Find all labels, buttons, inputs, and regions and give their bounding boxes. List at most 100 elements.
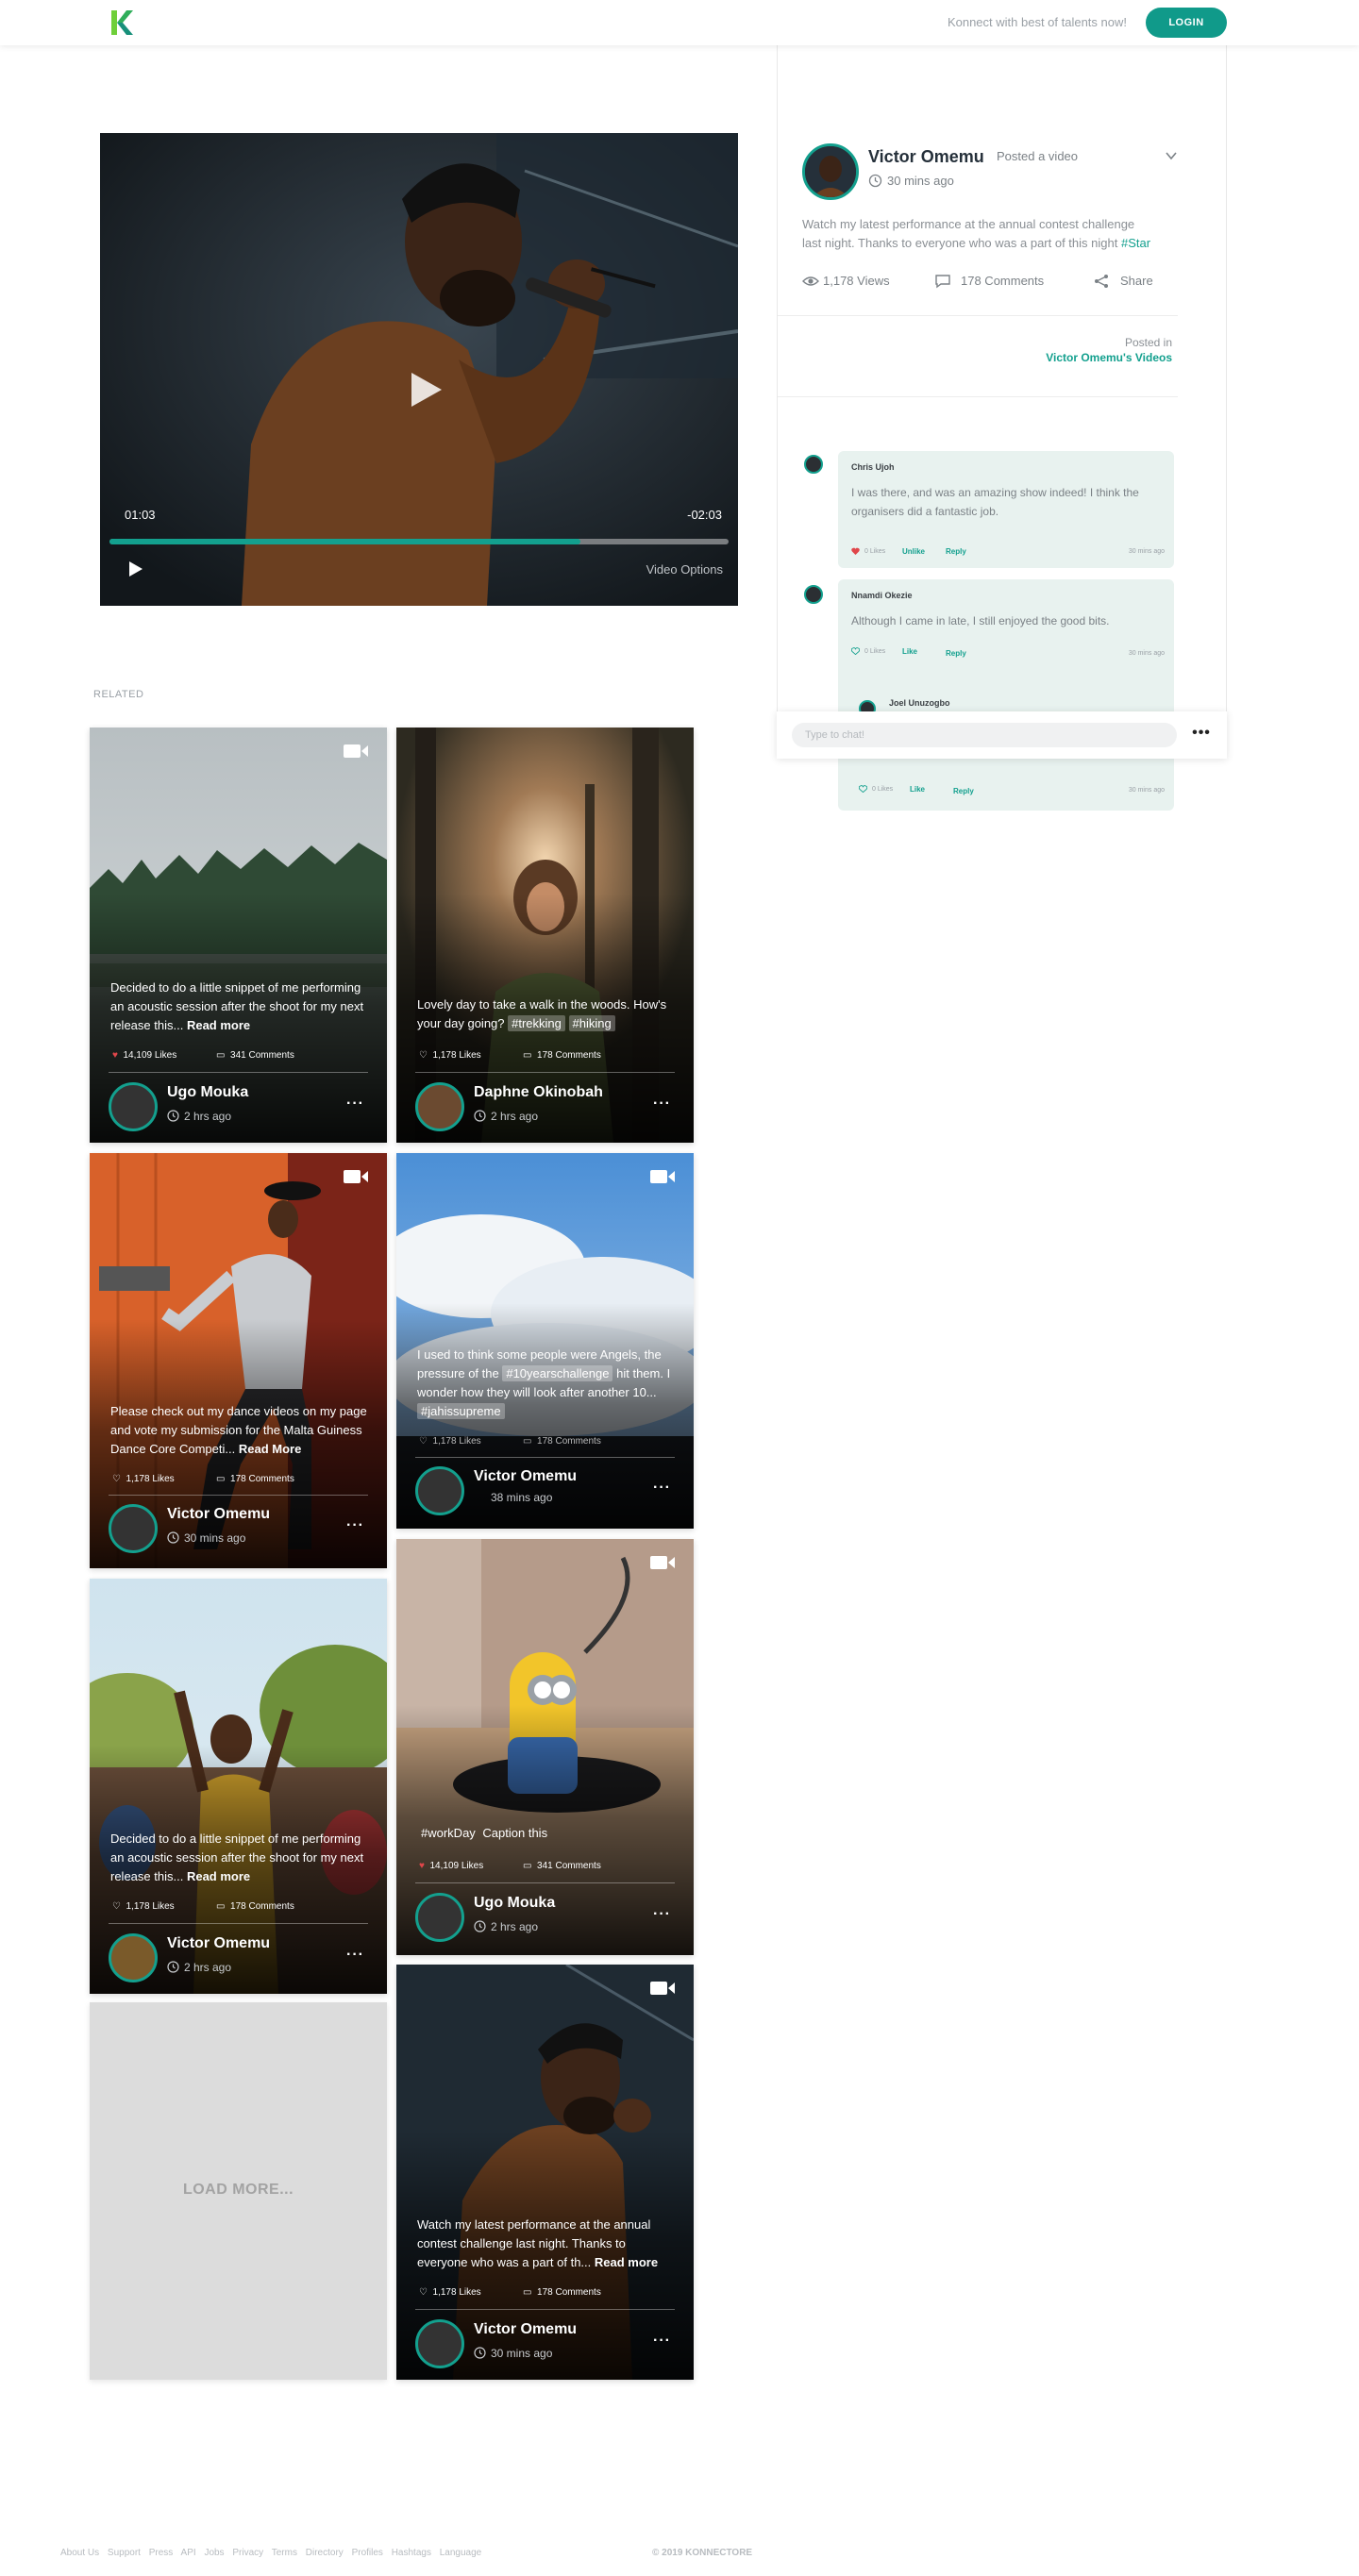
card-comments[interactable]: ▭ 178 Comments (523, 1050, 601, 1061)
avatar[interactable] (415, 1893, 464, 1942)
share-button[interactable]: Share (1094, 274, 1153, 288)
more-options-icon[interactable]: ··· (653, 1906, 671, 1923)
author-name[interactable]: Victor Omemu (868, 147, 984, 167)
reply-button[interactable]: Reply (953, 787, 974, 795)
play-icon[interactable] (404, 369, 445, 410)
hashtag-link[interactable]: #workDay (417, 1825, 479, 1841)
avatar[interactable] (804, 585, 823, 604)
more-options-icon[interactable]: ··· (346, 1947, 364, 1964)
read-more-link[interactable]: Read more (187, 1869, 250, 1883)
more-options-icon[interactable]: ··· (653, 1480, 671, 1497)
avatar[interactable] (804, 455, 823, 474)
related-card[interactable]: Watch my latest performance at the annua… (396, 1965, 694, 2380)
avatar[interactable] (415, 1082, 464, 1131)
card-caption: Decided to do a little snippet of me per… (110, 1830, 370, 1886)
card-username[interactable]: Daphne Okinobah (474, 1084, 603, 1101)
card-username[interactable]: Victor Omemu (474, 1468, 577, 1485)
card-username[interactable]: Victor Omemu (167, 1506, 270, 1523)
reply-author[interactable]: Joel Unuzogbo (889, 698, 950, 708)
footer-link[interactable]: Language (440, 2548, 482, 2558)
read-more-link[interactable]: Read More (239, 1442, 301, 1456)
more-options-icon[interactable]: ··· (346, 1096, 364, 1112)
posted-in-link[interactable]: Victor Omemu's Videos (1046, 351, 1172, 364)
card-likes[interactable]: ♥ 14,109 Likes (419, 1861, 483, 1871)
footer-link[interactable]: Profiles (352, 2548, 383, 2558)
avatar[interactable] (109, 1504, 158, 1553)
hashtag-link[interactable]: #Star (1121, 236, 1150, 250)
hashtag-link[interactable]: #10yearschallenge (502, 1365, 613, 1381)
footer-link[interactable]: Jobs (204, 2548, 224, 2558)
card-likes[interactable]: ♡ 1,178 Likes (419, 2287, 481, 2298)
comment-author[interactable]: Nnamdi Okezie (851, 591, 913, 600)
comment-time: 30 mins ago (1128, 548, 1165, 555)
more-options-icon[interactable]: ··· (653, 1096, 671, 1112)
card-likes[interactable]: ♡ 1,178 Likes (112, 1901, 175, 1912)
comment-likes: 0 Likes (864, 648, 886, 655)
read-more-link[interactable]: Read more (595, 2255, 658, 2269)
more-options-icon[interactable]: ••• (1190, 725, 1213, 745)
clock-icon (474, 1110, 486, 1122)
video-elapsed-time: 01:03 (125, 508, 156, 522)
more-options-icon[interactable]: ··· (653, 2333, 671, 2350)
avatar[interactable] (415, 2319, 464, 2368)
card-comments[interactable]: ▭ 341 Comments (216, 1050, 294, 1061)
card-comments[interactable]: ▭ 178 Comments (216, 1901, 294, 1912)
footer-link[interactable]: Hashtags (392, 2548, 431, 2558)
like-button[interactable]: Like (902, 647, 917, 656)
card-likes[interactable]: ♡ 1,178 Likes (419, 1050, 481, 1061)
card-username[interactable]: Victor Omemu (167, 1935, 270, 1952)
reply-button[interactable]: Reply (946, 649, 966, 658)
hashtag-link[interactable]: #jahissupreme (417, 1403, 505, 1419)
card-likes[interactable]: ♡ 1,178 Likes (112, 1474, 175, 1484)
footer-link[interactable]: Terms (272, 2548, 297, 2558)
load-more-button[interactable]: LOAD MORE... (90, 2002, 387, 2380)
card-comments[interactable]: ▭ 178 Comments (216, 1474, 294, 1484)
hashtag-link[interactable]: #hiking (568, 1015, 615, 1031)
login-button[interactable]: LOGIN (1146, 8, 1227, 38)
comments-count[interactable]: 178 Comments (934, 274, 1044, 289)
avatar[interactable] (415, 1466, 464, 1515)
card-comments[interactable]: ▭ 341 Comments (523, 1861, 601, 1871)
related-card[interactable]: Decided to do a little snippet of me per… (90, 1579, 387, 1994)
footer-link[interactable]: About Us (60, 2548, 99, 2558)
related-card[interactable]: Lovely day to take a walk in the woods. … (396, 728, 694, 1143)
avatar[interactable] (802, 143, 859, 200)
avatar[interactable] (109, 1933, 158, 1982)
video-options-button[interactable]: Video Options (646, 562, 723, 577)
read-more-link[interactable]: Read more (187, 1018, 250, 1032)
chat-input[interactable] (792, 723, 1177, 747)
video-progress-bar[interactable] (109, 539, 729, 544)
heart-outline-icon[interactable] (851, 647, 860, 655)
comments-count: 178 Comments (230, 1474, 294, 1484)
card-username[interactable]: Victor Omemu (474, 2321, 577, 2338)
konnect-logo[interactable] (106, 8, 136, 38)
card-username[interactable]: Ugo Mouka (474, 1895, 555, 1912)
footer-link[interactable]: API (181, 2548, 196, 2558)
chevron-down-icon[interactable] (1165, 149, 1178, 162)
card-likes[interactable]: ♡ 1,178 Likes (419, 1436, 481, 1447)
footer-link[interactable]: Support (108, 2548, 141, 2558)
heart-icon[interactable] (851, 547, 860, 555)
avatar[interactable] (109, 1082, 158, 1131)
reply-button[interactable]: Reply (946, 547, 966, 556)
comment-author[interactable]: Chris Ujoh (851, 462, 895, 472)
footer-link[interactable]: Directory (306, 2548, 344, 2558)
unlike-button[interactable]: Unlike (902, 547, 925, 556)
card-likes[interactable]: ♥ 14,109 Likes (112, 1050, 176, 1061)
card-comments[interactable]: ▭ 178 Comments (523, 1436, 601, 1447)
heart-outline-icon[interactable] (859, 785, 867, 793)
like-button[interactable]: Like (910, 785, 925, 794)
related-card[interactable]: Decided to do a little snippet of me per… (90, 728, 387, 1143)
more-options-icon[interactable]: ··· (346, 1517, 364, 1534)
footer-link[interactable]: Privacy (232, 2548, 263, 2558)
hashtag-link[interactable]: #trekking (508, 1015, 565, 1031)
related-card[interactable]: #workDay Caption this ♥ 14,109 Likes ▭ 3… (396, 1539, 694, 1955)
video-player[interactable]: 01:03 -02:03 Video Options (100, 133, 738, 606)
load-more-label: LOAD MORE... (182, 2182, 294, 2198)
related-card[interactable]: I used to think some people were Angels,… (396, 1153, 694, 1529)
card-username[interactable]: Ugo Mouka (167, 1084, 248, 1101)
card-comments[interactable]: ▭ 178 Comments (523, 2287, 601, 2298)
related-card[interactable]: Please check out my dance videos on my p… (90, 1153, 387, 1568)
play-icon[interactable] (128, 560, 143, 577)
footer-link[interactable]: Press (149, 2548, 174, 2558)
